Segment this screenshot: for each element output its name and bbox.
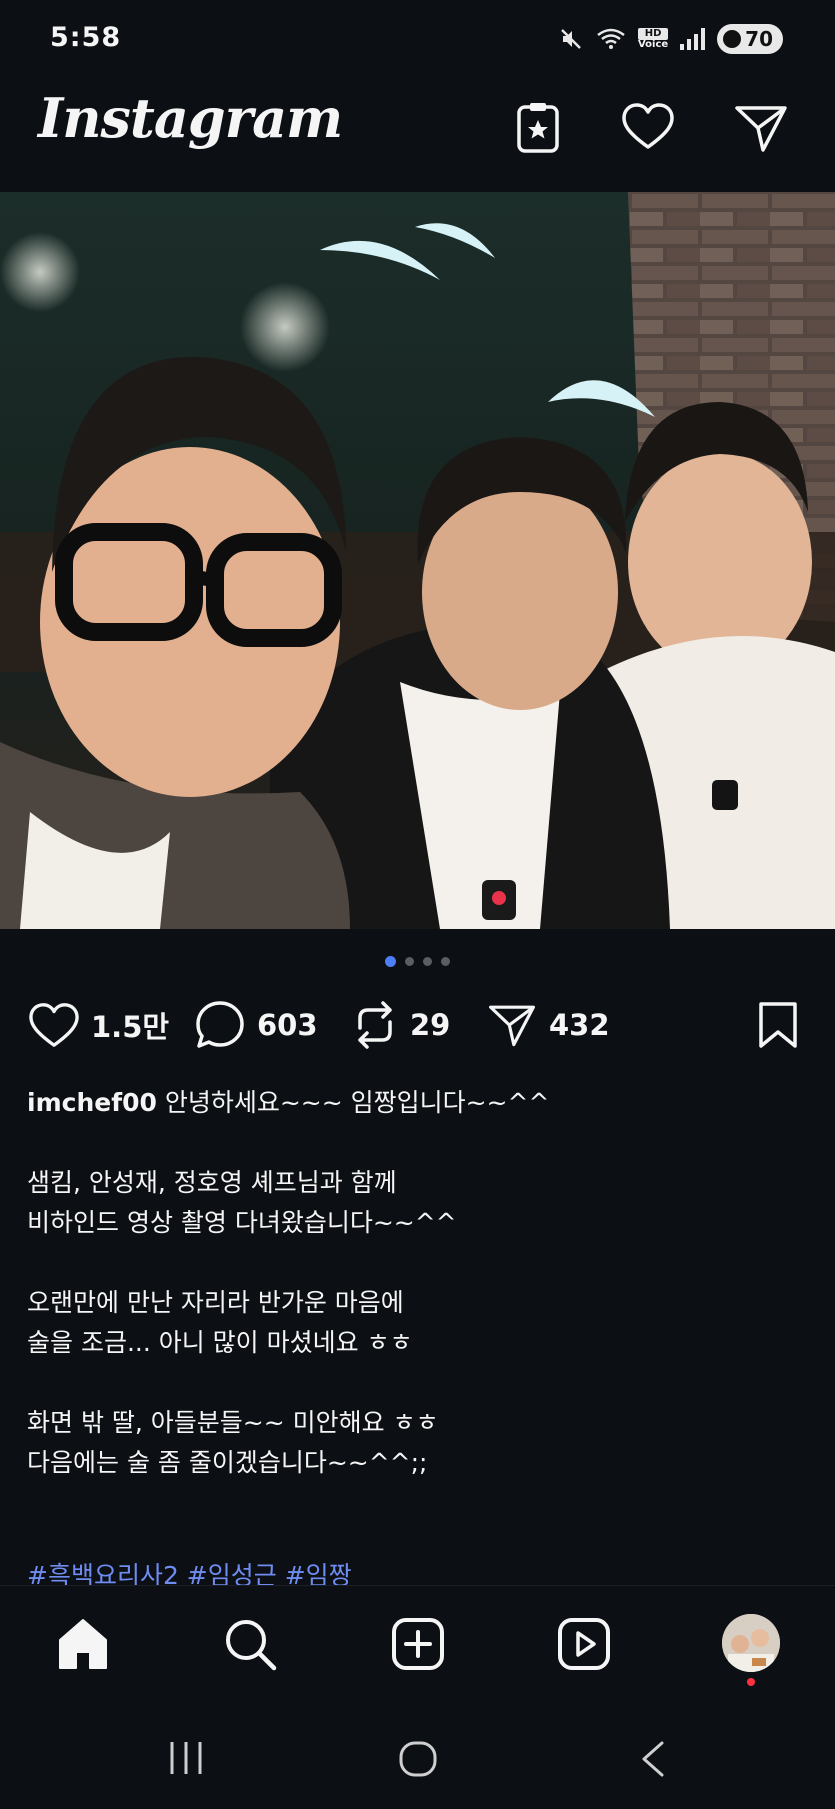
system-navigation <box>0 1700 835 1809</box>
avatar-image <box>722 1614 780 1672</box>
share-action[interactable]: 432 <box>485 995 610 1055</box>
recents-icon[interactable] <box>166 1740 206 1776</box>
mute-icon <box>561 29 581 49</box>
post-caption: imchef00 안녕하세요~~~ 임짱입니다~~^^ 샘킴, 안성재, 정호영… <box>27 1083 807 1483</box>
repost-count[interactable]: 29 <box>410 1008 450 1042</box>
like-count[interactable]: 1.5만 <box>91 1004 169 1046</box>
carousel-dot <box>405 957 414 966</box>
repost-action[interactable]: 29 <box>350 995 450 1055</box>
caption-line: 다음에는 술 좀 줄이겠습니다~~^^;; <box>27 1448 428 1477</box>
back-icon[interactable] <box>638 1740 668 1778</box>
comment-action[interactable]: 603 <box>193 995 318 1055</box>
reels-icon[interactable] <box>556 1616 612 1672</box>
power-saving-icon <box>723 30 742 48</box>
carousel-indicator <box>0 956 835 967</box>
carousel-dot <box>441 957 450 966</box>
post-image[interactable] <box>0 192 835 929</box>
bookmark-icon[interactable] <box>755 1000 801 1050</box>
hd-voice-icon: HD Voice <box>637 28 669 50</box>
wifi-icon <box>597 28 625 49</box>
caption-line: 술을 조금... 아니 많이 마셨네요 ㅎㅎ <box>27 1328 413 1357</box>
caption-line: 비하인드 영상 촬영 다녀왔습니다~~^^ <box>27 1208 457 1237</box>
app-bar: Instagram <box>0 80 835 190</box>
home-button-icon[interactable] <box>398 1740 438 1778</box>
send-icon[interactable] <box>485 1000 539 1050</box>
heart-icon[interactable] <box>27 1000 81 1050</box>
battery-level: 70 <box>745 27 773 51</box>
send-icon[interactable] <box>733 100 789 156</box>
caption-line: 화면 밖 딸, 아들분들~~ 미안해요 ㅎㅎ <box>27 1408 439 1437</box>
notification-dot <box>747 1678 755 1686</box>
home-icon[interactable] <box>55 1616 111 1672</box>
carousel-dot <box>423 957 432 966</box>
bottom-navigation <box>0 1585 835 1696</box>
share-count[interactable]: 432 <box>549 1008 610 1042</box>
post-actions: 1.5만 603 29 432 <box>0 995 835 1055</box>
profile-avatar[interactable] <box>722 1614 780 1672</box>
caption-line: 샘킴, 안성재, 정호영 셰프님과 함께 <box>27 1168 397 1197</box>
caption-line: imchef00 안녕하세요~~~ 임짱입니다~~^^ <box>27 1088 550 1117</box>
caption-line: 오랜만에 만난 자리라 반가운 마음에 <box>27 1288 404 1317</box>
post-photo <box>0 192 835 929</box>
search-icon[interactable] <box>222 1616 278 1672</box>
battery-icon: 70 <box>717 24 783 54</box>
comment-count[interactable]: 603 <box>257 1008 318 1042</box>
clock: 5:58 <box>50 22 122 53</box>
signal-icon <box>680 28 706 50</box>
comment-icon[interactable] <box>193 998 247 1052</box>
heart-icon[interactable] <box>620 100 676 156</box>
repost-icon[interactable] <box>350 998 400 1052</box>
hashtags[interactable]: #흑백요리사2 #임성근 #임짱 <box>27 1556 352 1586</box>
status-icons: HD Voice 70 <box>558 24 783 54</box>
instagram-logo[interactable]: Instagram <box>38 86 343 150</box>
create-icon[interactable] <box>390 1616 446 1672</box>
username[interactable]: imchef00 <box>27 1088 157 1117</box>
carousel-dot-active <box>385 956 396 967</box>
favorites-icon[interactable] <box>510 100 566 156</box>
like-action[interactable]: 1.5만 <box>27 995 169 1055</box>
status-bar: 5:58 HD Voice 70 <box>0 0 835 80</box>
